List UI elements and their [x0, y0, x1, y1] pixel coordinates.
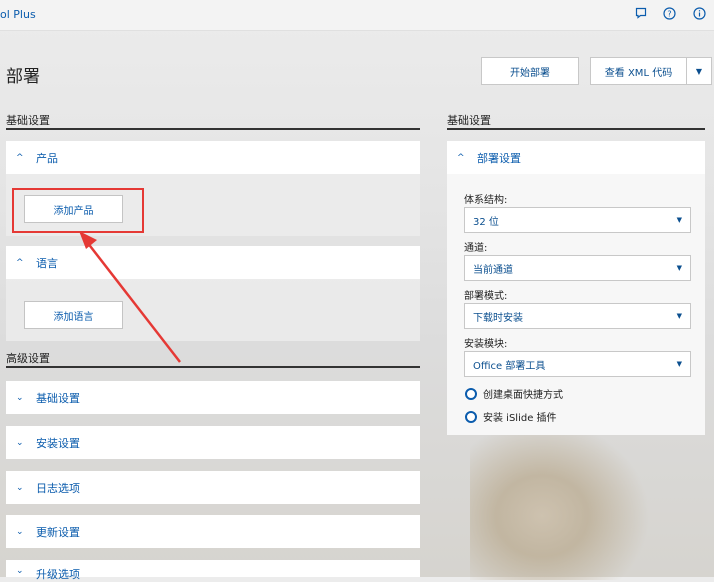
- chevron-down-icon: ▼: [676, 216, 682, 224]
- advanced-item-upgrade[interactable]: ⌄ 升级选项: [6, 560, 420, 581]
- channel-select[interactable]: 当前通道 ▼: [464, 255, 691, 281]
- deploy-mode-label: 部署模式:: [464, 291, 508, 302]
- chevron-down-icon: ⌄: [16, 526, 24, 537]
- desktop-shortcut-option[interactable]: 创建桌面快捷方式: [465, 386, 563, 401]
- advanced-item-label: 升级选项: [36, 568, 80, 581]
- deploy-settings-panel: ^ 部署设置 体系结构: 32 位 ▼ 通道: 当前通道 ▼ 部署模式: 下载时…: [447, 141, 705, 435]
- chevron-down-icon: ▼: [676, 360, 682, 368]
- chevron-down-icon: ▼: [676, 264, 682, 272]
- right-section-title: 基础设置: [447, 114, 491, 127]
- radio-button[interactable]: [465, 410, 477, 423]
- chevron-down-icon: ▼: [676, 312, 682, 320]
- chevron-down-icon: ⌄: [16, 392, 24, 403]
- deploy-mode-select[interactable]: 下载时安装 ▼: [464, 303, 691, 329]
- divider: [447, 128, 705, 130]
- architecture-label: 体系结构:: [464, 195, 508, 206]
- advanced-item-update[interactable]: ⌄ 更新设置: [6, 515, 420, 548]
- option-label: 创建桌面快捷方式: [483, 390, 563, 401]
- advanced-item-install[interactable]: ⌄ 安装设置: [6, 426, 420, 459]
- architecture-value: 32 位: [473, 216, 499, 228]
- channel-label: 通道:: [464, 243, 488, 254]
- option-label: 安装 iSlide 插件: [483, 413, 557, 424]
- architecture-select[interactable]: 32 位 ▼: [464, 207, 691, 233]
- islide-plugin-option[interactable]: 安装 iSlide 插件: [465, 409, 557, 424]
- advanced-item-label: 安装设置: [36, 436, 80, 450]
- advanced-item-label: 基础设置: [36, 391, 80, 405]
- chevron-down-icon: ⌄: [16, 566, 24, 576]
- divider: [6, 366, 420, 368]
- advanced-item-log[interactable]: ⌄ 日志选项: [6, 471, 420, 504]
- install-module-select[interactable]: Office 部署工具 ▼: [464, 351, 691, 377]
- deploy-mode-value: 下载时安装: [473, 312, 523, 324]
- chevron-down-icon: ⌄: [16, 482, 24, 493]
- deploy-settings-header[interactable]: ^ 部署设置: [447, 141, 705, 174]
- advanced-item-label: 更新设置: [36, 525, 80, 539]
- advanced-item-basic[interactable]: ⌄ 基础设置: [6, 381, 420, 414]
- deploy-settings-label: 部署设置: [477, 151, 521, 165]
- chevron-down-icon: ⌄: [16, 437, 24, 448]
- channel-value: 当前通道: [473, 264, 513, 276]
- radio-button[interactable]: [465, 387, 477, 400]
- chevron-up-icon: ^: [457, 152, 465, 163]
- advanced-settings-title: 高级设置: [6, 352, 50, 365]
- advanced-item-label: 日志选项: [36, 481, 80, 495]
- install-module-value: Office 部署工具: [473, 360, 546, 372]
- install-module-label: 安装模块:: [464, 339, 508, 350]
